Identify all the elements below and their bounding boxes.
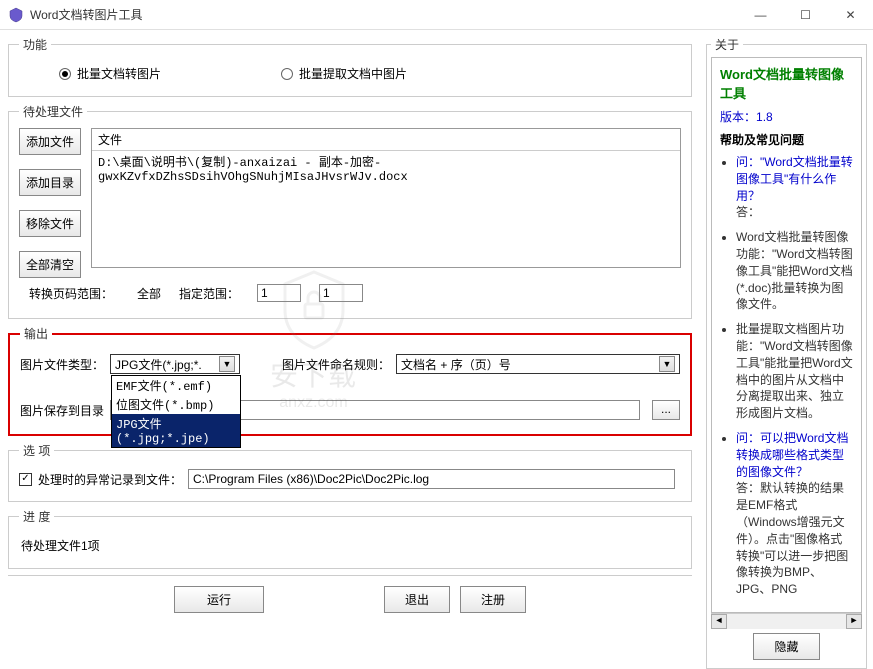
horizontal-scrollbar[interactable]: ◄ ►: [711, 613, 862, 629]
hide-button[interactable]: 隐藏: [753, 633, 819, 660]
radio-range-spec[interactable]: 指定范围：: [179, 285, 239, 302]
range-to-input[interactable]: [319, 284, 363, 302]
pending-legend: 待处理文件: [19, 103, 87, 120]
add-file-button[interactable]: 添加文件: [19, 128, 81, 155]
faq-item: 批量提取文档图片功能："Word文档转图像工具"能批量把Word文档中的图片从文…: [736, 321, 853, 422]
help-title: Word文档批量转图像工具: [720, 64, 853, 102]
image-type-label: 图片文件类型：: [20, 356, 104, 373]
radio-dot-icon: [59, 68, 71, 80]
minimize-button[interactable]: —: [738, 0, 783, 29]
radio-extract-label: 批量提取文档中图片: [299, 65, 407, 82]
close-button[interactable]: ✕: [828, 0, 873, 29]
list-item[interactable]: D:\桌面\说明书\(复制)-anxaizai - 副本-加密-gwxKZvfx…: [92, 151, 680, 186]
output-group: 输出 图片文件类型： JPG文件(*.jpg;*. ▼ EMF文件(*.emf)…: [8, 325, 692, 436]
options-legend: 选 项: [19, 442, 54, 459]
log-path-input[interactable]: [188, 469, 675, 489]
app-icon: [8, 7, 24, 23]
range-from-input[interactable]: [257, 284, 301, 302]
pending-group: 待处理文件 添加文件 添加目录 移除文件 全部清空 文件 D:\桌面\说明书\(…: [8, 103, 692, 319]
run-button[interactable]: 运行: [174, 586, 264, 613]
dropdown-option-bmp[interactable]: 位图文件(*.bmp): [112, 395, 240, 414]
image-type-combo[interactable]: JPG文件(*.jpg;*. ▼ EMF文件(*.emf) 位图文件(*.bmp…: [110, 354, 240, 374]
chevron-down-icon[interactable]: ▼: [659, 356, 675, 372]
help-content[interactable]: Word文档批量转图像工具 版本：1.8 帮助及常见问题 问："Word文档批量…: [711, 57, 862, 613]
radio-convert[interactable]: 批量文档转图片: [59, 65, 161, 82]
add-dir-button[interactable]: 添加目录: [19, 169, 81, 196]
naming-rule-label: 图片文件命名规则：: [282, 356, 390, 373]
dropdown-option-emf[interactable]: EMF文件(*.emf): [112, 376, 240, 395]
window-title: Word文档转图片工具: [30, 6, 738, 23]
progress-legend: 进 度: [19, 508, 54, 525]
clear-all-button[interactable]: 全部清空: [19, 251, 81, 278]
maximize-button[interactable]: ☐: [783, 0, 828, 29]
log-checkbox-label: 处理时的异常记录到文件：: [38, 471, 182, 488]
register-button[interactable]: 注册: [460, 586, 526, 613]
chevron-down-icon[interactable]: ▼: [219, 356, 235, 372]
file-column-header[interactable]: 文件: [92, 129, 680, 151]
titlebar: Word文档转图片工具 — ☐ ✕: [0, 0, 873, 30]
radio-extract[interactable]: 批量提取文档中图片: [281, 65, 407, 82]
radio-convert-label: 批量文档转图片: [77, 65, 161, 82]
mode-group: 功能 批量文档转图片 批量提取文档中图片: [8, 36, 692, 97]
scroll-track[interactable]: [727, 614, 846, 629]
radio-range-all[interactable]: 全部: [137, 285, 161, 302]
radio-dot-icon: [281, 68, 293, 80]
button-bar: 运行 退出 注册: [8, 575, 692, 623]
file-list[interactable]: 文件 D:\桌面\说明书\(复制)-anxaizai - 副本-加密-gwxKZ…: [91, 128, 681, 268]
progress-text: 待处理文件1项: [19, 533, 681, 558]
scroll-right-icon[interactable]: ►: [846, 614, 862, 629]
progress-group: 进 度 待处理文件1项: [8, 508, 692, 569]
image-type-dropdown: EMF文件(*.emf) 位图文件(*.bmp) JPG文件(*.jpg;*.j…: [111, 375, 241, 448]
mode-legend: 功能: [19, 36, 51, 53]
exit-button[interactable]: 退出: [384, 586, 450, 613]
naming-rule-combo[interactable]: 文档名 + 序（页）号 ▼: [396, 354, 680, 374]
faq-item: 问："Word文档批量转图像工具"有什么作用？ 答：: [736, 154, 853, 221]
faq-item: Word文档批量转图像功能："Word文档转图像工具"能把Word文档(*.do…: [736, 229, 853, 313]
range-label: 转换页码范围：: [29, 285, 113, 302]
about-legend: 关于: [711, 36, 743, 53]
output-legend: 输出: [20, 325, 52, 342]
browse-dir-button[interactable]: ...: [652, 400, 680, 420]
dropdown-option-jpg[interactable]: JPG文件(*.jpg;*.jpe): [112, 414, 240, 447]
version-text: 版本：1.8: [720, 108, 853, 125]
window-buttons: — ☐ ✕: [738, 0, 873, 29]
save-dir-label: 图片保存到目录: [20, 402, 104, 419]
about-group: 关于 Word文档批量转图像工具 版本：1.8 帮助及常见问题 问："Word文…: [706, 36, 867, 669]
scroll-left-icon[interactable]: ◄: [711, 614, 727, 629]
remove-file-button[interactable]: 移除文件: [19, 210, 81, 237]
options-group: 选 项 ✓ 处理时的异常记录到文件：: [8, 442, 692, 502]
help-section-header: 帮助及常见问题: [720, 131, 853, 148]
faq-item: 问：可以把Word文档转换成哪些格式类型的图像文件？ 答：默认转换的结果是EMF…: [736, 430, 853, 598]
log-checkbox[interactable]: ✓: [19, 473, 32, 486]
